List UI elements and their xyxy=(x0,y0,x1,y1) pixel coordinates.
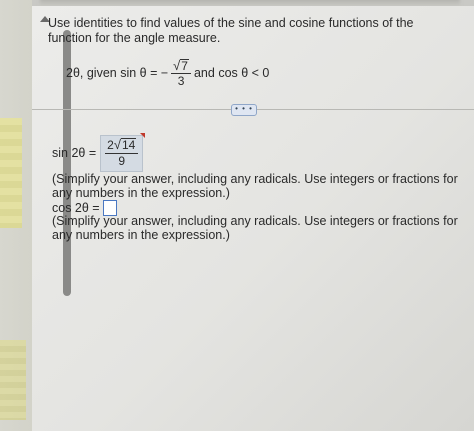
sin-radicand: 14 xyxy=(120,137,137,152)
given-suffix: and cos θ < 0 xyxy=(193,66,270,80)
more-button[interactable]: • • • xyxy=(231,104,257,116)
left-background-strip xyxy=(0,0,32,431)
sin-denominator: 9 xyxy=(118,153,126,168)
sin-answer-row: sin 2θ = 2 √ 14 9 xyxy=(52,132,146,172)
yellow-highlight-area xyxy=(0,118,22,228)
given-prefix: 2θ, given sin θ = − xyxy=(66,66,169,80)
sin-coefficient: 2 xyxy=(107,137,114,152)
cos-label: cos 2θ = xyxy=(52,201,100,215)
given-denominator: 3 xyxy=(177,73,185,88)
yellow-highlight-area-lower xyxy=(0,340,26,420)
sin-answer-box[interactable]: 2 √ 14 9 xyxy=(100,132,146,172)
simplify-note-2: (Simplify your answer, including any rad… xyxy=(52,214,458,242)
given-expression: 2θ, given sin θ = − √ 7 3 and cos θ < 0 xyxy=(66,58,269,88)
given-radicand: 7 xyxy=(180,58,189,73)
simplify-note-1: (Simplify your answer, including any rad… xyxy=(52,172,458,200)
question-text: Use identities to find values of the sin… xyxy=(48,16,414,45)
square-root: √ 14 xyxy=(113,136,137,152)
answer-flag-icon xyxy=(140,132,146,138)
sin-label: sin 2θ = xyxy=(52,146,97,160)
given-fraction: √ 7 3 xyxy=(171,57,191,88)
question-panel: Use identities to find values of the sin… xyxy=(32,6,474,431)
square-root: √ 7 xyxy=(173,57,189,73)
